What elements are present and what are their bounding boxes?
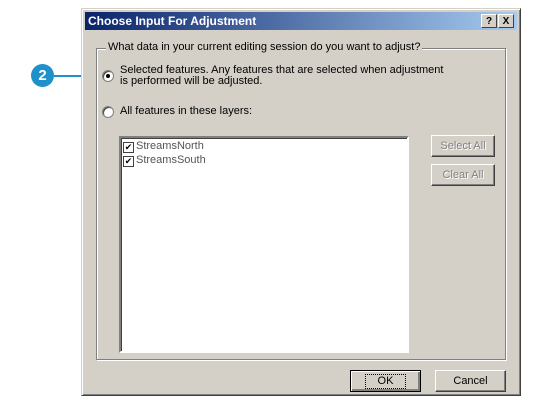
- layer-item[interactable]: ✔ StreamsNorth: [123, 140, 204, 153]
- radio-selected-features[interactable]: [102, 70, 114, 82]
- group-label: What data in your current editing sessio…: [106, 41, 423, 53]
- dialog-title: Choose Input For Adjustment: [88, 14, 257, 28]
- radio-all-features-label[interactable]: All features in these layers:: [120, 106, 252, 117]
- choose-input-dialog: Choose Input For Adjustment ? X What dat…: [81, 8, 521, 396]
- radio-selected-features-label[interactable]: Selected features. Any features that are…: [120, 65, 443, 87]
- ok-button[interactable]: OK: [350, 370, 421, 392]
- clear-all-button[interactable]: Clear All: [431, 164, 495, 186]
- radio-all-features[interactable]: [102, 106, 114, 118]
- close-button[interactable]: X: [498, 14, 514, 28]
- layer-item[interactable]: ✔ StreamsSouth: [123, 154, 206, 167]
- layer-checkbox[interactable]: ✔: [123, 156, 134, 167]
- title-bar: Choose Input For Adjustment ? X: [85, 12, 517, 30]
- layer-name: StreamsSouth: [136, 154, 206, 166]
- help-button[interactable]: ?: [481, 14, 497, 28]
- layers-listbox[interactable]: ✔ StreamsNorth ✔ StreamsSouth: [119, 136, 409, 353]
- selected-features-line2: is performed will be adjusted.: [120, 75, 263, 87]
- layer-checkbox[interactable]: ✔: [123, 142, 134, 153]
- layer-name: StreamsNorth: [136, 140, 204, 152]
- ok-button-label: OK: [364, 374, 407, 389]
- step-callout-badge: 2: [31, 64, 54, 87]
- adjust-data-group: What data in your current editing sessio…: [96, 41, 506, 360]
- select-all-button[interactable]: Select All: [431, 135, 495, 157]
- cancel-button[interactable]: Cancel: [435, 370, 506, 392]
